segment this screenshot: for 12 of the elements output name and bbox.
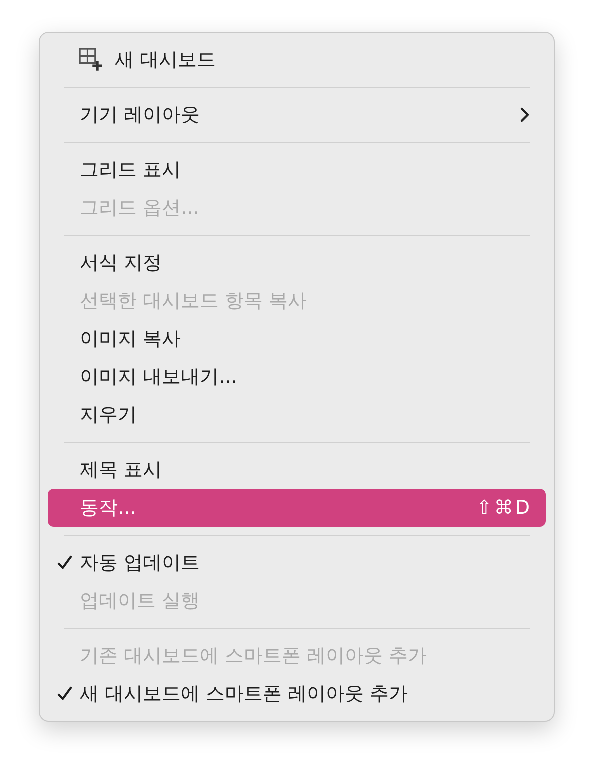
menu-item[interactable]: 제목 표시 [48, 451, 546, 489]
menu-item[interactable]: 이미지 복사 [48, 320, 546, 358]
menu-item[interactable]: 새 대시보드에 스마트폰 레이아웃 추가 [48, 675, 546, 713]
menu-item[interactable]: 지우기 [48, 396, 546, 434]
menu-item[interactable]: 서식 지정 [48, 244, 546, 282]
menu-item[interactable]: 자동 업데이트 [48, 544, 546, 582]
menu-item[interactable]: 그리드 표시 [48, 151, 546, 189]
menu-item[interactable]: 새 대시보드 [48, 41, 546, 79]
menu-item[interactable]: 동작... ⇧⌘D [48, 489, 546, 527]
menu-item[interactable]: 기기 레이아웃 [48, 96, 546, 134]
shortcut-text: ⇧⌘D [476, 497, 532, 519]
menu-item[interactable]: 이미지 내보내기... [48, 358, 546, 396]
